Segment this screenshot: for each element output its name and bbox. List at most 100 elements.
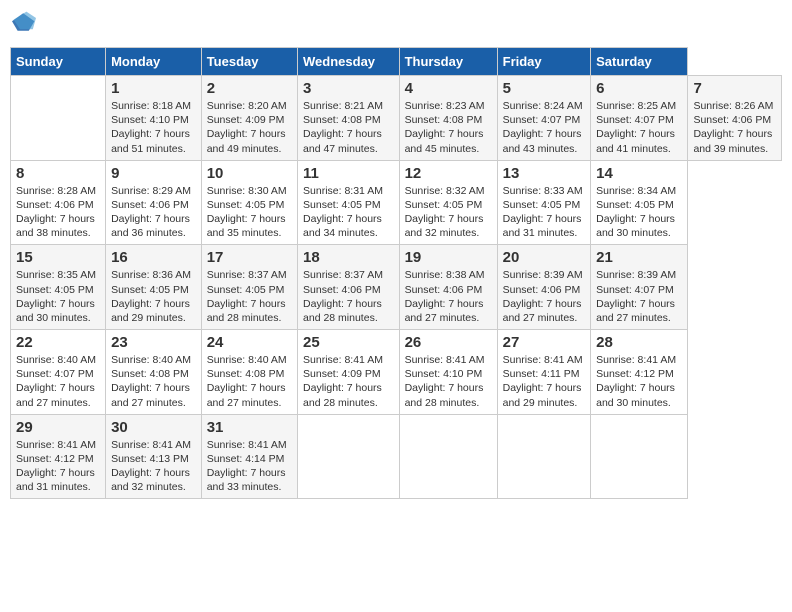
day-info: Sunrise: 8:41 AM Sunset: 4:11 PM Dayligh… xyxy=(503,353,586,410)
day-info: Sunrise: 8:41 AM Sunset: 4:09 PM Dayligh… xyxy=(303,353,394,410)
day-number: 13 xyxy=(503,165,586,182)
day-cell: 2Sunrise: 8:20 AM Sunset: 4:09 PM Daylig… xyxy=(201,76,297,161)
header-cell-sunday: Sunday xyxy=(11,48,106,76)
day-cell: 13 Sunrise: 8:33 AM Sunset: 4:05 PM Dayli… xyxy=(497,160,591,245)
day-number: 27 xyxy=(503,334,586,351)
day-number: 14 xyxy=(596,165,682,182)
day-number: 1 xyxy=(111,80,196,97)
day-cell: 17 Sunrise: 8:37 AM Sunset: 4:05 PM Dayli… xyxy=(201,245,297,330)
day-info: Sunrise: 8:25 AM Sunset: 4:07 PM Dayligh… xyxy=(596,99,682,156)
week-row-2: 8 Sunrise: 8:28 AM Sunset: 4:06 PM Daylig… xyxy=(11,160,782,245)
day-cell: 29 Sunrise: 8:41 AM Sunset: 4:12 PM Dayli… xyxy=(11,414,106,499)
day-cell: 23Sunrise: 8:40 AM Sunset: 4:08 PM Dayli… xyxy=(106,330,202,415)
day-info: Sunrise: 8:41 AM Sunset: 4:12 PM Dayligh… xyxy=(596,353,682,410)
day-number: 25 xyxy=(303,334,394,351)
day-info: Sunrise: 8:39 AM Sunset: 4:06 PM Dayligh… xyxy=(503,268,586,325)
day-cell: 16 Sunrise: 8:36 AM Sunset: 4:05 PM Dayli… xyxy=(106,245,202,330)
day-info: Sunrise: 8:40 AM Sunset: 4:08 PM Dayligh… xyxy=(207,353,292,410)
day-cell: 3Sunrise: 8:21 AM Sunset: 4:08 PM Daylig… xyxy=(298,76,400,161)
day-number: 5 xyxy=(503,80,586,97)
day-cell: 10 Sunrise: 8:30 AM Sunset: 4:05 PM Dayli… xyxy=(201,160,297,245)
day-number: 9 xyxy=(111,165,196,182)
day-cell: 1 Sunrise: 8:18 AM Sunset: 4:10 PM Daylig… xyxy=(106,76,202,161)
day-info: Sunrise: 8:41 AM Sunset: 4:10 PM Dayligh… xyxy=(405,353,492,410)
day-info: Sunrise: 8:41 AM Sunset: 4:12 PM Dayligh… xyxy=(16,438,100,495)
day-cell xyxy=(298,414,400,499)
day-info: Sunrise: 8:32 AM Sunset: 4:05 PM Dayligh… xyxy=(405,184,492,241)
day-info: Sunrise: 8:38 AM Sunset: 4:06 PM Dayligh… xyxy=(405,268,492,325)
header-cell-monday: Monday xyxy=(106,48,202,76)
day-cell: 8 Sunrise: 8:28 AM Sunset: 4:06 PM Daylig… xyxy=(11,160,106,245)
day-cell: 9Sunrise: 8:29 AM Sunset: 4:06 PM Daylig… xyxy=(106,160,202,245)
day-cell: 31Sunrise: 8:41 AM Sunset: 4:14 PM Dayli… xyxy=(201,414,297,499)
week-row-5: 29 Sunrise: 8:41 AM Sunset: 4:12 PM Dayli… xyxy=(11,414,782,499)
day-cell: 28Sunrise: 8:41 AM Sunset: 4:12 PM Dayli… xyxy=(591,330,688,415)
day-info: Sunrise: 8:41 AM Sunset: 4:13 PM Dayligh… xyxy=(111,438,196,495)
day-cell: 4 Sunrise: 8:23 AM Sunset: 4:08 PM Daylig… xyxy=(399,76,497,161)
day-info: Sunrise: 8:33 AM Sunset: 4:05 PM Dayligh… xyxy=(503,184,586,241)
day-number: 8 xyxy=(16,165,100,182)
header-cell-saturday: Saturday xyxy=(591,48,688,76)
day-cell: 25 Sunrise: 8:41 AM Sunset: 4:09 PM Dayli… xyxy=(298,330,400,415)
header-cell-wednesday: Wednesday xyxy=(298,48,400,76)
day-cell: 26 Sunrise: 8:41 AM Sunset: 4:10 PM Dayli… xyxy=(399,330,497,415)
day-info: Sunrise: 8:26 AM Sunset: 4:06 PM Dayligh… xyxy=(693,99,776,156)
logo xyxy=(10,10,36,39)
day-cell: 24 Sunrise: 8:40 AM Sunset: 4:08 PM Dayli… xyxy=(201,330,297,415)
day-info: Sunrise: 8:21 AM Sunset: 4:08 PM Dayligh… xyxy=(303,99,394,156)
day-number: 21 xyxy=(596,249,682,266)
day-cell: 6Sunrise: 8:25 AM Sunset: 4:07 PM Daylig… xyxy=(591,76,688,161)
day-number: 20 xyxy=(503,249,586,266)
day-number: 30 xyxy=(111,419,196,436)
day-info: Sunrise: 8:28 AM Sunset: 4:06 PM Dayligh… xyxy=(16,184,100,241)
day-info: Sunrise: 8:35 AM Sunset: 4:05 PM Dayligh… xyxy=(16,268,100,325)
day-cell: 18 Sunrise: 8:37 AM Sunset: 4:06 PM Dayli… xyxy=(298,245,400,330)
header-cell-thursday: Thursday xyxy=(399,48,497,76)
day-cell xyxy=(399,414,497,499)
day-info: Sunrise: 8:40 AM Sunset: 4:08 PM Dayligh… xyxy=(111,353,196,410)
header-cell-tuesday: Tuesday xyxy=(201,48,297,76)
day-cell xyxy=(11,76,106,161)
day-cell xyxy=(591,414,688,499)
day-number: 2 xyxy=(207,80,292,97)
day-cell xyxy=(497,414,591,499)
day-number: 16 xyxy=(111,249,196,266)
day-info: Sunrise: 8:18 AM Sunset: 4:10 PM Dayligh… xyxy=(111,99,196,156)
day-number: 19 xyxy=(405,249,492,266)
day-cell: 27 Sunrise: 8:41 AM Sunset: 4:11 PM Dayli… xyxy=(497,330,591,415)
calendar-table: SundayMondayTuesdayWednesdayThursdayFrid… xyxy=(10,47,782,499)
day-info: Sunrise: 8:31 AM Sunset: 4:05 PM Dayligh… xyxy=(303,184,394,241)
day-cell: 5 Sunrise: 8:24 AM Sunset: 4:07 PM Daylig… xyxy=(497,76,591,161)
day-info: Sunrise: 8:36 AM Sunset: 4:05 PM Dayligh… xyxy=(111,268,196,325)
day-number: 7 xyxy=(693,80,776,97)
day-cell: 22 Sunrise: 8:40 AM Sunset: 4:07 PM Dayli… xyxy=(11,330,106,415)
week-row-4: 22 Sunrise: 8:40 AM Sunset: 4:07 PM Dayli… xyxy=(11,330,782,415)
day-info: Sunrise: 8:37 AM Sunset: 4:06 PM Dayligh… xyxy=(303,268,394,325)
day-number: 4 xyxy=(405,80,492,97)
day-info: Sunrise: 8:30 AM Sunset: 4:05 PM Dayligh… xyxy=(207,184,292,241)
day-cell: 11Sunrise: 8:31 AM Sunset: 4:05 PM Dayli… xyxy=(298,160,400,245)
day-info: Sunrise: 8:23 AM Sunset: 4:08 PM Dayligh… xyxy=(405,99,492,156)
day-number: 12 xyxy=(405,165,492,182)
day-info: Sunrise: 8:37 AM Sunset: 4:05 PM Dayligh… xyxy=(207,268,292,325)
day-info: Sunrise: 8:40 AM Sunset: 4:07 PM Dayligh… xyxy=(16,353,100,410)
header-row: SundayMondayTuesdayWednesdayThursdayFrid… xyxy=(11,48,782,76)
day-number: 31 xyxy=(207,419,292,436)
day-number: 24 xyxy=(207,334,292,351)
week-row-1: 1 Sunrise: 8:18 AM Sunset: 4:10 PM Daylig… xyxy=(11,76,782,161)
day-number: 22 xyxy=(16,334,100,351)
day-info: Sunrise: 8:39 AM Sunset: 4:07 PM Dayligh… xyxy=(596,268,682,325)
page-header xyxy=(10,10,782,39)
day-cell: 15 Sunrise: 8:35 AM Sunset: 4:05 PM Dayli… xyxy=(11,245,106,330)
day-number: 18 xyxy=(303,249,394,266)
day-number: 10 xyxy=(207,165,292,182)
day-number: 17 xyxy=(207,249,292,266)
day-cell: 21 Sunrise: 8:39 AM Sunset: 4:07 PM Dayli… xyxy=(591,245,688,330)
day-cell: 19 Sunrise: 8:38 AM Sunset: 4:06 PM Dayli… xyxy=(399,245,497,330)
day-cell: 12 Sunrise: 8:32 AM Sunset: 4:05 PM Dayli… xyxy=(399,160,497,245)
day-number: 15 xyxy=(16,249,100,266)
day-number: 29 xyxy=(16,419,100,436)
day-cell: 20 Sunrise: 8:39 AM Sunset: 4:06 PM Dayli… xyxy=(497,245,591,330)
day-number: 26 xyxy=(405,334,492,351)
day-info: Sunrise: 8:24 AM Sunset: 4:07 PM Dayligh… xyxy=(503,99,586,156)
